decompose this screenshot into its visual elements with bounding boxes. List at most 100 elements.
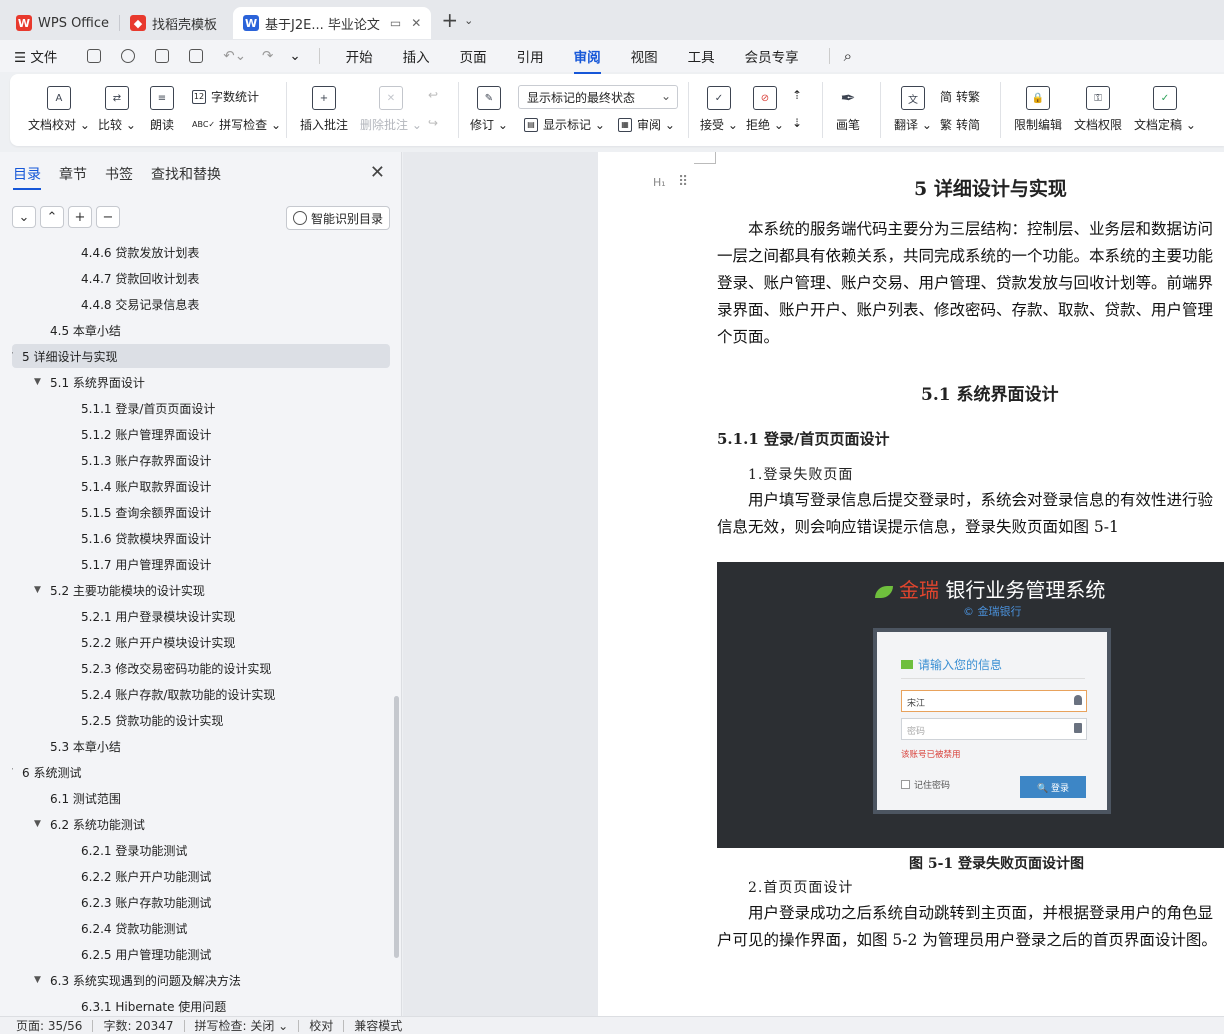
toc-item[interactable]: 5.2.2 账户开户模块设计实现 <box>81 630 235 654</box>
share-icon[interactable] <box>121 49 136 63</box>
restrict-edit-button[interactable]: 🔒 限制编辑 <box>1014 86 1062 133</box>
new-tab-button[interactable]: + ⌄ <box>441 8 473 32</box>
print-icon[interactable] <box>155 49 170 63</box>
translate-button[interactable]: 文 翻译 ⌄ <box>894 86 932 133</box>
restore-window-icon[interactable]: ▭ <box>390 16 401 30</box>
toc-item[interactable]: 6.2.1 登录功能测试 <box>81 838 187 862</box>
quick-access-more-icon[interactable]: ⌄ <box>289 48 300 64</box>
menu-references[interactable]: 引用 <box>517 46 544 66</box>
toc-item[interactable]: 5.2.3 修改交易密码功能的设计实现 <box>81 656 271 680</box>
caret-down-icon[interactable]: ▼ <box>34 585 46 595</box>
pen-button[interactable]: ✒ 画笔 <box>836 86 860 133</box>
menu-home[interactable]: 开始 <box>346 46 373 66</box>
close-icon[interactable]: ✕ <box>370 162 385 183</box>
spell-check-button[interactable]: ABC✓ 拼写检查 ⌄ <box>192 116 281 133</box>
redo-icon[interactable]: ↷ <box>262 48 273 64</box>
toc-item[interactable]: 5.1.6 贷款模块界面设计 <box>81 526 211 550</box>
previous-change-icon[interactable]: ⇡ <box>792 88 802 102</box>
toc-item[interactable]: 5.2.4 账户存款/取款功能的设计实现 <box>81 682 275 706</box>
menu-review[interactable]: 审阅 <box>573 46 601 74</box>
next-change-icon[interactable]: ⇣ <box>792 116 802 130</box>
toc-item[interactable]: ▼ 6.2 系统功能测试 <box>34 812 145 836</box>
toc-item[interactable]: 4.4.7 贷款回收计划表 <box>81 266 199 290</box>
toc-scrollbar[interactable] <box>394 696 399 958</box>
doc-permission-button[interactable]: ⚿ 文档权限 <box>1074 86 1122 133</box>
save-icon[interactable] <box>87 49 102 63</box>
word-count-button[interactable]: 12 字数统计 <box>192 88 259 105</box>
word-count-indicator[interactable]: 字数: 20347 <box>103 1017 173 1034</box>
promote-heading-button[interactable]: + <box>68 206 92 228</box>
print-preview-icon[interactable] <box>189 49 204 63</box>
caret-down-icon[interactable]: ▼ <box>34 377 46 387</box>
to-simplified-button[interactable]: 繁 转简 <box>940 116 980 133</box>
tab-wps-office[interactable]: W WPS Office <box>6 7 119 39</box>
track-changes-button[interactable]: ✎ 修订 ⌄ <box>470 86 508 133</box>
spell-check-status[interactable]: 拼写检查: 关闭 ⌄ <box>195 1017 289 1034</box>
to-traditional-button[interactable]: 简 转繁 <box>940 88 980 105</box>
toc-item[interactable]: 6.2.5 用户管理功能测试 <box>81 942 211 966</box>
toc-item[interactable]: 6.1 测试范围 <box>50 786 121 810</box>
toc-item[interactable]: 5.1.4 账户取款界面设计 <box>81 474 211 498</box>
toc-item[interactable]: 5.2.1 用户登录模块设计实现 <box>81 604 235 628</box>
next-comment-icon[interactable]: ↪ <box>428 116 438 130</box>
toc-item[interactable]: ▼ 5.2 主要功能模块的设计实现 <box>34 578 205 602</box>
toc-item[interactable]: ▼ 6 系统测试 <box>12 760 81 784</box>
tab-toc[interactable]: 目录 <box>13 164 41 190</box>
demote-heading-button[interactable]: − <box>96 206 120 228</box>
toc-item[interactable]: 5.1.7 用户管理界面设计 <box>81 552 211 576</box>
menu-insert[interactable]: 插入 <box>403 46 430 66</box>
search-icon[interactable]: ⌕ <box>844 47 852 65</box>
tab-bookmarks[interactable]: 书签 <box>105 164 133 184</box>
caret-down-icon[interactable]: ▼ <box>34 975 46 985</box>
toc-item[interactable]: ▼ 5 详细设计与实现 <box>12 344 117 368</box>
toc-item[interactable]: 5.1.3 账户存款界面设计 <box>81 448 211 472</box>
undo-icon[interactable]: ↶⌄ <box>223 48 246 64</box>
tab-sections[interactable]: 章节 <box>59 164 87 184</box>
caret-down-icon[interactable]: ▼ <box>12 767 18 777</box>
delete-comment-button[interactable]: ✕ 删除批注 ⌄ <box>360 86 422 133</box>
toc-item[interactable]: 6.2.3 账户存款功能测试 <box>81 890 211 914</box>
toc-item[interactable]: 6.3.1 Hibernate 使用问题 <box>81 994 226 1016</box>
doc-check-button[interactable]: A 文档校对 ⌄ <box>28 86 90 133</box>
toc-item[interactable]: 4.4.6 贷款发放计划表 <box>81 240 199 264</box>
toc-item[interactable]: ▼ 5.1 系统界面设计 <box>34 370 145 394</box>
previous-comment-icon[interactable]: ↩ <box>428 88 438 102</box>
menu-view[interactable]: 视图 <box>631 46 658 66</box>
caret-down-icon[interactable]: ▼ <box>12 351 18 361</box>
tab-current-document[interactable]: W 基于J2E... 毕业论文 ▭ ✕ <box>233 7 432 39</box>
page-indicator[interactable]: 页面: 35/56 <box>16 1017 82 1034</box>
tab-find-replace[interactable]: 查找和替换 <box>151 164 221 184</box>
toc-item[interactable]: 4.5 本章小结 <box>50 318 121 342</box>
toc-item[interactable]: 5.1.5 查询余额界面设计 <box>81 500 211 524</box>
menu-tools[interactable]: 工具 <box>688 46 715 66</box>
show-markup-button[interactable]: ▤ 显示标记 ⌄ <box>524 116 605 133</box>
insert-comment-button[interactable]: + 插入批注 <box>300 86 348 133</box>
toc-item[interactable]: ▼ 6.3 系统实现遇到的问题及解决方法 <box>34 968 241 992</box>
caret-down-icon[interactable]: ▼ <box>34 819 46 829</box>
drag-handle-icon[interactable]: ⠿ <box>678 174 688 190</box>
toc-item[interactable]: 5.1.1 登录/首页页面设计 <box>81 396 215 420</box>
menu-page[interactable]: 页面 <box>460 46 487 66</box>
review-pane-button[interactable]: ▦ 审阅 ⌄ <box>618 116 675 133</box>
proofread-status[interactable]: 校对 <box>309 1017 333 1034</box>
collapse-all-button[interactable]: ⌃ <box>40 206 64 228</box>
figure-login-failed-screenshot[interactable]: 金瑞 银行业务管理系统 © 金瑞银行 请输入您的信息 宋江 密码 该账号已被禁用… <box>717 562 1224 848</box>
close-tab-icon[interactable]: ✕ <box>411 16 421 30</box>
document-page[interactable]: H₁ ⠿ 5 详细设计与实现 本系统的服务端代码主要分为三层结构：控制层、业务层… <box>598 152 1224 1016</box>
smart-toc-button[interactable]: 智能识别目录 <box>286 206 390 230</box>
toc-item[interactable]: 4.4.8 交易记录信息表 <box>81 292 199 316</box>
finalize-button[interactable]: ✓ 文档定稿 ⌄ <box>1134 86 1196 133</box>
reject-button[interactable]: ⊘ 拒绝 ⌄ <box>746 86 784 133</box>
expand-all-button[interactable]: ⌄ <box>12 206 36 228</box>
toc-item[interactable]: 6.2.4 贷款功能测试 <box>81 916 187 940</box>
markup-state-select[interactable]: 显示标记的最终状态 ⌄ <box>518 85 678 109</box>
toc-item[interactable]: 6.2.2 账户开户功能测试 <box>81 864 211 888</box>
accept-button[interactable]: ✓ 接受 ⌄ <box>700 86 738 133</box>
toc-item[interactable]: 5.1.2 账户管理界面设计 <box>81 422 211 446</box>
toc-item[interactable]: 5.2.5 贷款功能的设计实现 <box>81 708 223 732</box>
heading-style-icon[interactable]: H₁ <box>653 176 666 189</box>
tab-docer-templates[interactable]: ◆ 找稻壳模板 <box>120 7 227 39</box>
toc-item[interactable]: 5.3 本章小结 <box>50 734 121 758</box>
compare-button[interactable]: ⇄ 比较 ⌄ <box>98 86 136 133</box>
menu-member[interactable]: 会员专享 <box>745 46 799 66</box>
